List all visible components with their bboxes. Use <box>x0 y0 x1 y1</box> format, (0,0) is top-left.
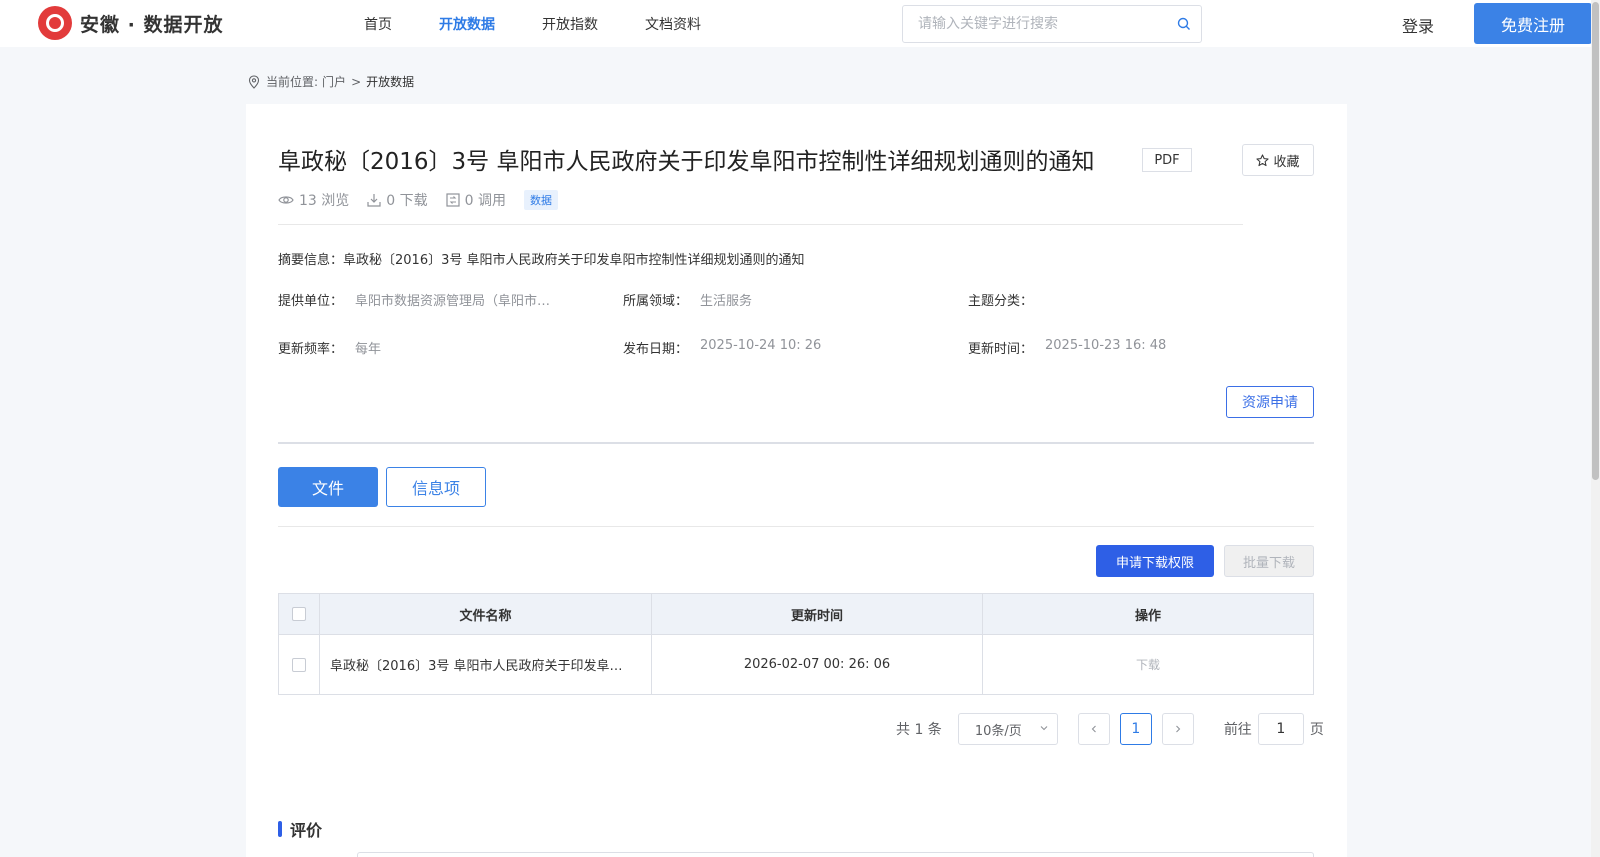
domain-value: 生活服务 <box>700 294 753 309</box>
provider-field: 提供单位： 阜阳市数据资源管理局（阜阳市… <box>278 290 623 309</box>
tab-divider <box>278 526 1314 527</box>
calls-stat: 0 调用 <box>446 190 506 210</box>
row-checkbox[interactable] <box>292 657 306 672</box>
page-unit: 页 <box>1309 722 1324 738</box>
nav-home[interactable]: 首页 <box>364 14 392 34</box>
pagination: 共 1 条 10条/页 1 前往 页 <box>896 713 1324 745</box>
downloads-stat: 0 下载 <box>367 190 428 210</box>
logo-text: 安徽 · 数据开放 <box>80 13 224 36</box>
row-update-time: 2026-02-07 00: 26: 06 <box>652 635 983 694</box>
download-icon <box>367 194 381 207</box>
chevron-down-icon <box>1040 726 1048 731</box>
domain-label: 所属领域： <box>623 294 689 309</box>
search-box <box>902 5 1202 43</box>
publish-date-value: 2025-10-24 10: 26 <box>700 338 822 353</box>
nav-documents[interactable]: 文档资料 <box>645 14 701 34</box>
topic-field: 主题分类： <box>968 290 1313 309</box>
select-all-checkbox[interactable] <box>292 607 306 621</box>
breadcrumb-current: 开放数据 <box>366 75 415 89</box>
tab-info-items[interactable]: 信息项 <box>386 467 486 507</box>
calls-count: 0 调用 <box>464 193 506 209</box>
chevron-left-icon <box>1091 725 1096 733</box>
update-time-value: 2025-10-23 16: 48 <box>1045 338 1167 353</box>
page-size-select[interactable]: 10条/页 <box>957 713 1058 745</box>
format-badge: PDF <box>1142 148 1192 172</box>
page-number-current[interactable]: 1 <box>1119 713 1152 745</box>
downloads-count: 0 下载 <box>386 193 428 209</box>
header-checkbox-cell <box>279 594 320 634</box>
dataset-title: 阜政秘〔2016〕3号 阜阳市人民政府关于印发阜阳市控制性详细规划通则的通知 <box>278 149 1095 175</box>
pagination-total: 共 1 条 <box>896 722 942 738</box>
provider-value: 阜阳市数据资源管理局（阜阳市… <box>355 294 551 309</box>
update-time-label: 更新时间： <box>968 342 1034 357</box>
category-tag: 数据 <box>523 190 558 210</box>
row-file-name-text: 阜政秘〔2016〕3号 阜阳市人民政府关于印发阜… <box>330 659 623 674</box>
frequency-field: 更新频率： 每年 <box>278 338 623 357</box>
search-icon[interactable] <box>1177 17 1191 31</box>
rating-title-text: 评价 <box>290 821 323 840</box>
frequency-label: 更新频率： <box>278 342 344 357</box>
main-nav: 首页 开放数据 开放指数 文档资料 <box>364 14 748 34</box>
register-button[interactable]: 免费注册 <box>1474 3 1592 44</box>
table-row: 阜政秘〔2016〕3号 阜阳市人民政府关于印发阜… 2026-02-07 00:… <box>279 634 1313 694</box>
next-page-button[interactable] <box>1161 713 1194 745</box>
file-table: 文件名称 更新时间 操作 阜政秘〔2016〕3号 阜阳市人民政府关于印发阜… 2… <box>278 593 1314 695</box>
star-icon <box>1256 153 1270 166</box>
breadcrumb-prefix: 当前位置: <box>266 75 319 89</box>
rating-section-title: 评价 <box>278 817 322 841</box>
frequency-value: 每年 <box>355 342 382 357</box>
rating-accent-bar <box>278 821 282 837</box>
favorite-button[interactable]: 收藏 <box>1242 144 1314 176</box>
header-operation: 操作 <box>1134 608 1161 624</box>
prev-page-button[interactable] <box>1077 713 1110 745</box>
nav-open-data[interactable]: 开放数据 <box>439 14 495 34</box>
goto-label: 前往 <box>1223 722 1252 738</box>
row-file-name: 阜政秘〔2016〕3号 阜阳市人民政府关于印发阜… <box>320 635 652 694</box>
rating-input-box[interactable] <box>357 852 1314 857</box>
resource-apply-button[interactable]: 资源申请 <box>1226 386 1314 418</box>
provider-label: 提供单位： <box>278 294 344 309</box>
update-time-field: 更新时间： 2025-10-23 16: 48 <box>968 338 1313 357</box>
domain-field: 所属领域： 生活服务 <box>623 290 968 309</box>
eye-icon <box>278 196 294 204</box>
breadcrumb: 当前位置: 门户 > 开放数据 <box>248 73 414 90</box>
section-divider <box>278 442 1314 444</box>
location-pin-icon <box>248 74 260 89</box>
views-count: 13 浏览 <box>299 193 350 209</box>
search-input[interactable] <box>903 6 1173 42</box>
row-checkbox-cell <box>279 635 320 694</box>
row-operation-cell: 下载 <box>983 635 1313 694</box>
meta-row-2: 更新频率： 每年 发布日期： 2025-10-24 10: 26 更新时间： 2… <box>278 338 1313 357</box>
favorite-label: 收藏 <box>1273 154 1300 170</box>
login-link[interactable]: 登录 <box>1402 13 1434 37</box>
scrollbar-thumb[interactable] <box>1592 2 1599 480</box>
dataset-stats: 13 浏览 0 下载 0 调用 数据 <box>278 190 558 210</box>
api-call-icon <box>446 193 460 207</box>
views-stat: 13 浏览 <box>278 190 349 210</box>
header-update-time: 更新时间 <box>652 594 983 634</box>
summary-text: 摘要信息：阜政秘〔2016〕3号 阜阳市人民政府关于印发阜阳市控制性详细规划通则… <box>278 253 805 268</box>
tab-file[interactable]: 文件 <box>278 467 378 507</box>
logo-mark-icon <box>38 6 72 40</box>
batch-download-button: 批量下载 <box>1224 545 1314 577</box>
dataset-detail-card: 阜政秘〔2016〕3号 阜阳市人民政府关于印发阜阳市控制性详细规划通则的通知 P… <box>246 104 1347 857</box>
goto-page-input[interactable] <box>1257 713 1304 745</box>
request-download-permission-button[interactable]: 申请下载权限 <box>1096 545 1214 577</box>
publish-date-field: 发布日期： 2025-10-24 10: 26 <box>623 338 968 357</box>
breadcrumb-separator: > <box>351 74 362 89</box>
breadcrumb-home[interactable]: 门户 <box>322 73 346 90</box>
site-logo[interactable]: 安徽 · 数据开放 <box>38 6 223 40</box>
row-download-link[interactable]: 下载 <box>1136 656 1160 673</box>
chevron-right-icon <box>1175 725 1181 733</box>
meta-row-1: 提供单位： 阜阳市数据资源管理局（阜阳市… 所属领域： 生活服务 主题分类： <box>278 290 1313 309</box>
header-divider <box>278 224 1243 225</box>
page-scrollbar[interactable] <box>1591 0 1600 857</box>
publish-date-label: 发布日期： <box>623 342 689 357</box>
page-size-value: 10条/页 <box>974 723 1022 739</box>
top-header: 安徽 · 数据开放 首页 开放数据 开放指数 文档资料 登录 免费注册 <box>0 0 1600 47</box>
nav-open-index[interactable]: 开放指数 <box>542 14 598 34</box>
table-header-row: 文件名称 更新时间 操作 <box>279 594 1313 634</box>
topic-label: 主题分类： <box>968 294 1034 309</box>
header-file-name: 文件名称 <box>320 594 652 634</box>
